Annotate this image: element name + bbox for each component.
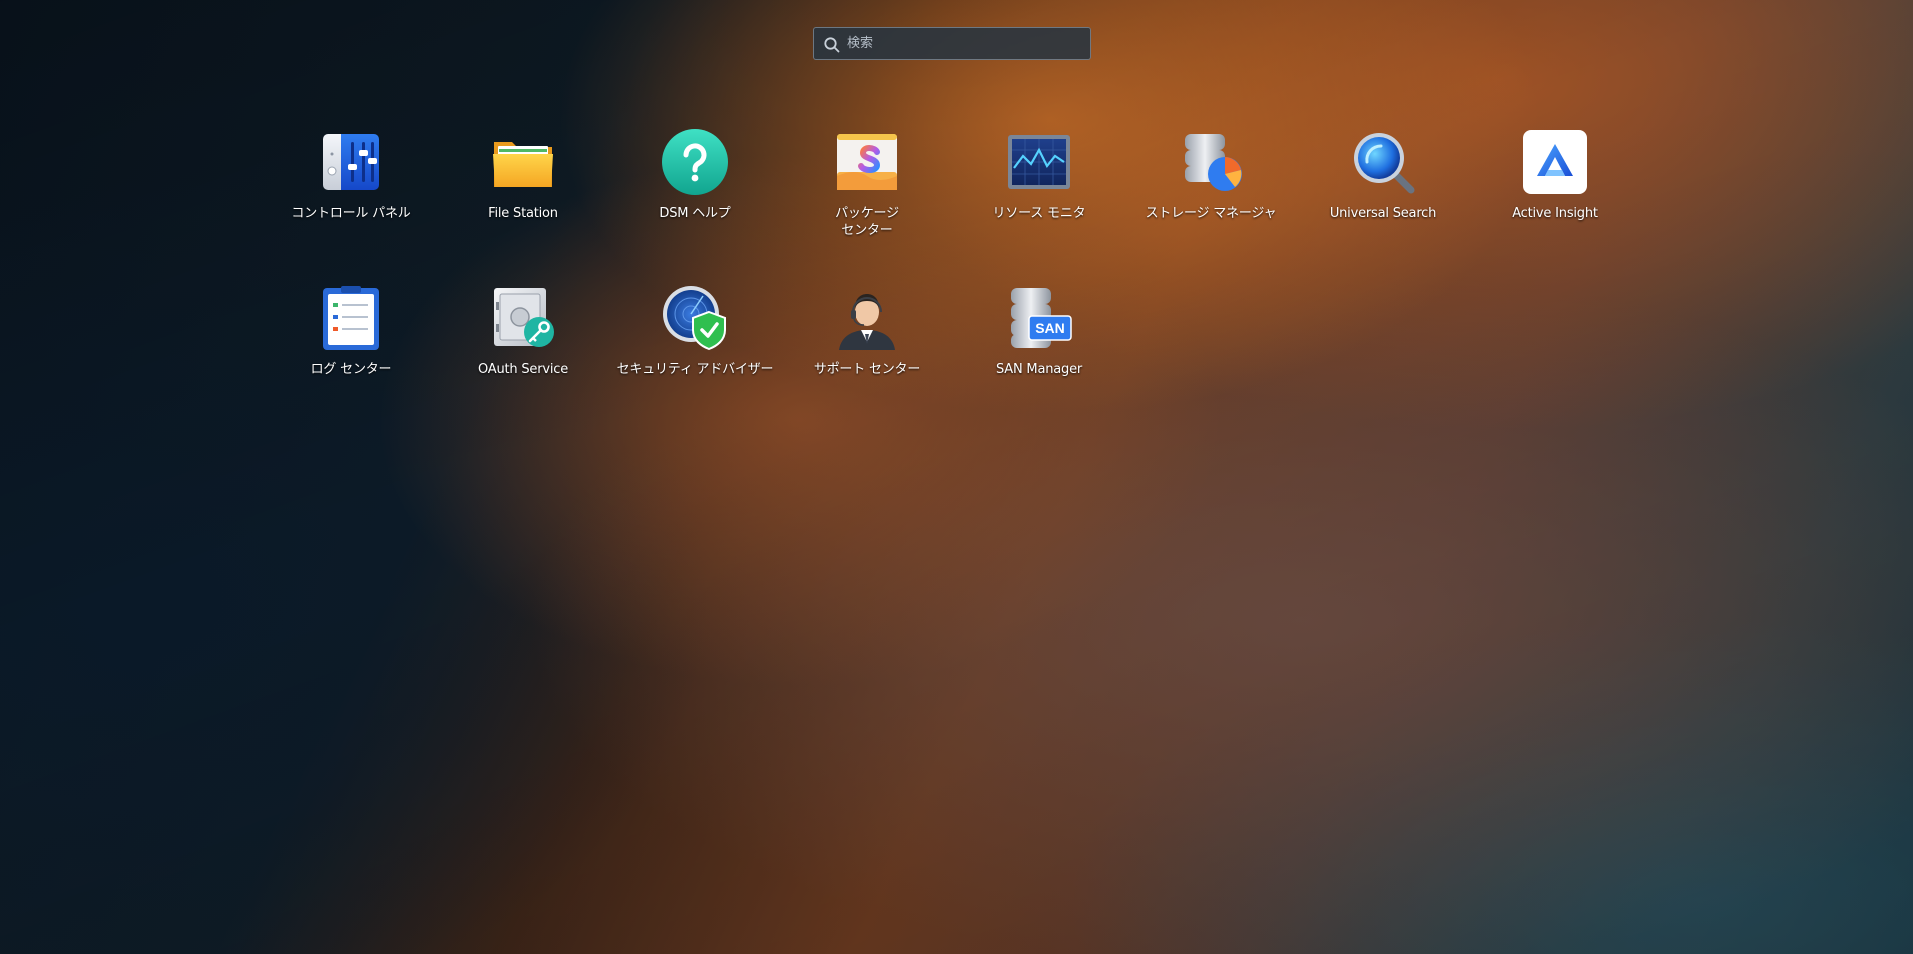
app-package-center[interactable]: パッケージ センター [781, 126, 953, 239]
control-panel-icon [323, 134, 379, 190]
app-label: セキュリティ アドバイザー [616, 362, 774, 377]
app-label: パッケージ センター [835, 206, 899, 238]
app-san-manager[interactable]: SAN SAN Manager [953, 282, 1125, 378]
app-label: ストレージ マネージャ [1145, 206, 1277, 221]
shield-radar-icon [663, 286, 726, 351]
app-label: サポート センター [813, 362, 921, 377]
folder-icon [493, 142, 553, 187]
app-label: Universal Search [1329, 206, 1437, 221]
search-icon [824, 37, 840, 53]
app-label: Active Insight [1512, 206, 1598, 221]
package-icon [837, 134, 897, 190]
app-oauth-service[interactable]: OAuth Service [437, 282, 609, 378]
app-active-insight[interactable]: Active Insight [1469, 126, 1641, 222]
magnifier-icon [1354, 133, 1415, 194]
search-input[interactable] [847, 28, 1082, 59]
svg-text:SAN: SAN [1035, 320, 1065, 336]
app-label: コントロール パネル [291, 206, 411, 221]
search-box[interactable] [813, 27, 1091, 60]
help-icon [662, 129, 728, 195]
storage-icon [1185, 134, 1242, 191]
active-insight-icon [1523, 130, 1587, 194]
san-icon: SAN [1011, 288, 1072, 348]
app-log-center[interactable]: ログ センター [265, 282, 437, 378]
app-label: リソース モニタ [992, 206, 1086, 221]
monitor-icon [1008, 135, 1070, 189]
app-storage-manager[interactable]: ストレージ マネージャ [1125, 126, 1297, 222]
app-security-advisor[interactable]: セキュリティ アドバイザー [609, 282, 781, 378]
log-icon [323, 286, 379, 350]
app-label: OAuth Service [477, 362, 569, 377]
app-label: SAN Manager [995, 362, 1083, 377]
app-universal-search[interactable]: Universal Search [1297, 126, 1469, 222]
support-agent-icon [839, 294, 895, 350]
app-file-station[interactable]: File Station [437, 126, 609, 222]
app-dsm-help[interactable]: DSM ヘルプ [609, 126, 781, 222]
app-control-panel[interactable]: コントロール パネル [265, 126, 437, 222]
app-label: ログ センター [310, 362, 392, 377]
app-label: File Station [488, 206, 558, 221]
app-label: DSM ヘルプ [659, 206, 731, 221]
app-support-center[interactable]: サポート センター [781, 282, 953, 378]
safe-key-icon [494, 288, 554, 347]
app-resource-monitor[interactable]: リソース モニタ [953, 126, 1125, 222]
